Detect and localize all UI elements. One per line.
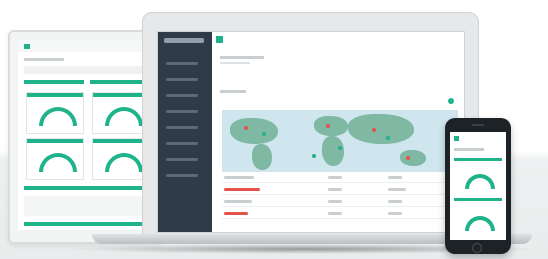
map-marker[interactable]: [386, 136, 390, 140]
map-marker[interactable]: [338, 146, 342, 150]
phone-logo: [454, 136, 459, 141]
tablet-header: [18, 40, 154, 52]
map-landmass: [400, 150, 426, 166]
table-row: [222, 206, 454, 207]
sidebar-item[interactable]: [166, 142, 198, 145]
sidebar-item[interactable]: [166, 110, 198, 113]
phone-screen: [450, 132, 506, 240]
table-cell: [224, 188, 260, 191]
table-cell: [224, 176, 254, 179]
sidebar-item[interactable]: [166, 126, 198, 129]
map-marker[interactable]: [244, 126, 248, 130]
table-cell: [388, 200, 402, 203]
map-status-dot: [448, 98, 454, 104]
sidebar-item[interactable]: [166, 78, 198, 81]
laptop-device: [142, 12, 479, 236]
map-marker[interactable]: [262, 132, 266, 136]
phone-gauge-2: [456, 206, 500, 236]
phone-speaker: [472, 124, 484, 126]
tablet-filter-bar: [24, 66, 148, 74]
map-landmass: [252, 144, 272, 170]
tablet-section-bar-right: [90, 80, 148, 84]
map-marker[interactable]: [406, 156, 410, 160]
tablet-gauge-3: [26, 138, 84, 180]
tablet-logo: [24, 44, 30, 49]
page-subtitle: [220, 62, 250, 64]
tablet-panel: [24, 196, 148, 216]
map-marker[interactable]: [326, 124, 330, 128]
map-landmass: [314, 116, 348, 136]
sidebar-item[interactable]: [166, 62, 198, 65]
map-landmass: [230, 118, 278, 144]
page-title: [220, 56, 264, 59]
phone-title: [454, 148, 484, 151]
phone-section-bar: [454, 158, 502, 161]
table-row: [222, 194, 454, 195]
phone-section-bar: [454, 198, 502, 201]
tablet-footer-bar-1: [24, 186, 148, 190]
tablet-device: [8, 30, 164, 244]
table-row: [222, 218, 454, 219]
laptop-screen: [157, 31, 465, 233]
sidebar-item[interactable]: [166, 94, 198, 97]
phone-device: [445, 118, 511, 254]
table-cell: [388, 176, 402, 179]
table-cell: [224, 200, 252, 203]
tablet-section-bar-left: [24, 80, 84, 84]
map-marker[interactable]: [312, 154, 316, 158]
tablet-title: [24, 58, 64, 61]
sidebar-item[interactable]: [166, 158, 198, 161]
header-logo-square: [216, 36, 223, 43]
table-cell: [388, 188, 406, 191]
tablet-gauge-1: [26, 92, 84, 134]
map-landmass: [348, 114, 414, 144]
phone-home-button[interactable]: [472, 243, 482, 253]
table-cell: [328, 212, 342, 215]
table-cell: [388, 212, 402, 215]
table-cell: [328, 188, 342, 191]
tablet-screen: [18, 40, 154, 230]
sidebar-item[interactable]: [166, 174, 198, 177]
map-marker[interactable]: [372, 128, 376, 132]
tablet-footer-bar-2: [24, 222, 148, 226]
table-cell: [328, 176, 342, 179]
map-landmass: [322, 136, 344, 166]
sidebar-logo: [164, 38, 204, 43]
phone-gauge-1: [456, 164, 500, 194]
table-cell: [224, 212, 248, 215]
map-panel-title: [220, 90, 246, 93]
table-cell: [328, 200, 342, 203]
table-row: [222, 182, 454, 183]
world-map: [222, 110, 458, 172]
dashboard-sidebar: [158, 32, 212, 232]
